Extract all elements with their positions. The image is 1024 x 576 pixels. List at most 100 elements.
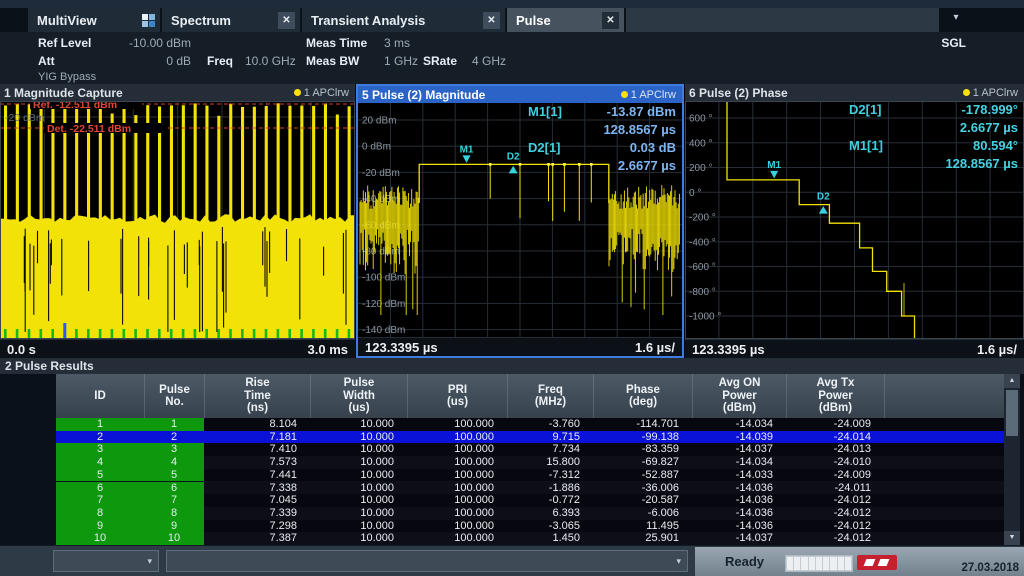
table-cell: 1	[144, 418, 204, 431]
capture-x-axis: 0.0 s 3.0 ms	[0, 339, 355, 358]
trace-legend: 1 APClrw	[294, 87, 349, 99]
multiview-grid-icon	[142, 14, 155, 27]
table-cell: -14.034	[692, 456, 773, 469]
window-title: 5 Pulse (2) Magnitude	[362, 88, 621, 102]
magnitude-chart[interactable]: 20 dBm0 dBm-20 dBm-40 dBm-60 dBm-80 dBm-…	[358, 103, 682, 337]
close-icon[interactable]: ✕	[278, 12, 295, 29]
window-magnitude-capture: 1 Magnitude Capture 1 APClrw Ref. -12.51…	[0, 84, 355, 358]
table-cell: 7.339	[204, 507, 297, 520]
window-title-bar[interactable]: 5 Pulse (2) Magnitude 1 APClrw	[358, 86, 682, 103]
meas-bw-value: 1 GHz	[384, 54, 418, 68]
x-axis-start: 0.0 s	[7, 342, 36, 357]
sgl-indicator: SGL	[941, 36, 966, 50]
phase-chart[interactable]: 600 °400 °200 °0 °-200 °-400 °-600 °-800…	[685, 101, 1024, 339]
table-cell: -14.036	[692, 494, 773, 507]
table-cell: 8.104	[204, 418, 297, 431]
scroll-down-icon[interactable]: ▼	[1004, 531, 1020, 545]
table-cell: 10.000	[310, 507, 394, 520]
table-row[interactable]: 227.18110.000100.0009.715-99.138-14.039-…	[56, 431, 1004, 444]
table-cell: 100.000	[407, 443, 494, 456]
table-cell: -14.037	[692, 532, 773, 545]
table-row[interactable]: 887.33910.000100.0006.393-6.006-14.036-2…	[56, 507, 1004, 520]
close-icon[interactable]: ✕	[602, 12, 619, 29]
column-header: Rise Time (ns)	[204, 374, 310, 418]
table-row[interactable]: 118.10410.000100.000-3.760-114.701-14.03…	[56, 418, 1004, 431]
table-row[interactable]: 557.44110.000100.000-7.312-52.887-14.033…	[56, 469, 1004, 482]
table-row[interactable]: 447.57310.000100.00015.800-69.827-14.034…	[56, 456, 1004, 469]
window-title: 6 Pulse (2) Phase	[689, 86, 963, 100]
freq-value: 10.0 GHz	[245, 54, 296, 68]
capture-chart[interactable]: Ref. -12.511 dBm-20 dBmDet. -22.511 dBm	[0, 101, 355, 339]
table-cell: 10	[56, 532, 144, 545]
table-cell: -83.359	[593, 443, 679, 456]
table-row[interactable]: 10107.38710.000100.0001.45025.901-14.037…	[56, 532, 1004, 545]
trace-legend: 1 APClrw	[963, 87, 1018, 99]
status-message-field[interactable]: ▾	[166, 550, 688, 572]
srate-label: SRate	[423, 54, 457, 68]
svg-text:-178.999°: -178.999°	[961, 102, 1018, 117]
table-cell: -14.036	[692, 520, 773, 533]
table-cell: 25.901	[593, 532, 679, 545]
x-axis-scale: 1.6 µs/	[635, 340, 675, 355]
svg-text:M1[1]: M1[1]	[528, 104, 562, 119]
svg-text:-600 °: -600 °	[689, 262, 716, 273]
close-icon[interactable]: ✕	[483, 12, 500, 29]
table-cell: -24.009	[786, 469, 871, 482]
svg-text:M1: M1	[767, 160, 781, 171]
table-cell: 10.000	[310, 431, 394, 444]
svg-text:20 dBm: 20 dBm	[362, 116, 396, 127]
scrollbar-thumb[interactable]	[1006, 390, 1018, 436]
status-dropdown[interactable]: ▾	[53, 550, 159, 572]
svg-text:-1000 °: -1000 °	[689, 312, 721, 323]
window-title-bar[interactable]: 6 Pulse (2) Phase 1 APClrw	[685, 84, 1024, 101]
tab-label: MultiView	[37, 13, 97, 28]
progress-segment	[816, 557, 822, 570]
table-row[interactable]: 777.04510.000100.000-0.772-20.587-14.036…	[56, 494, 1004, 507]
window-title-bar[interactable]: 1 Magnitude Capture 1 APClrw	[0, 84, 355, 101]
svg-text:-20 dBm: -20 dBm	[362, 168, 400, 179]
table-cell: 3	[144, 443, 204, 456]
table-cell: 1.450	[507, 532, 580, 545]
table-cell: 7	[56, 494, 144, 507]
svg-text:-13.87 dBm: -13.87 dBm	[607, 104, 676, 119]
table-cell: -24.009	[786, 418, 871, 431]
table-cell: 10.000	[310, 520, 394, 533]
table-row[interactable]: 997.29810.000100.000-3.06511.495-14.036-…	[56, 520, 1004, 533]
progress-segment	[823, 557, 829, 570]
tab-multiview[interactable]: MultiView	[28, 8, 160, 32]
table-row[interactable]: 337.41010.000100.0007.734-83.359-14.037-…	[56, 443, 1004, 456]
channel-info-bar: Ref Level -10.00 dBm Meas Time 3 ms SGL …	[0, 32, 1024, 84]
scroll-up-icon[interactable]: ▲	[1004, 374, 1020, 388]
column-header: Avg ON Power (dBm)	[692, 374, 786, 418]
capture-chart-svg: Ref. -12.511 dBm-20 dBmDet. -22.511 dBm	[0, 101, 355, 339]
table-row[interactable]: 667.33810.000100.000-1.886-36.006-14.036…	[56, 482, 1004, 495]
column-header: Pulse Width (us)	[310, 374, 407, 418]
table-cell: 7.573	[204, 456, 297, 469]
tab-pulse[interactable]: Pulse ✕	[507, 8, 624, 32]
table-cell: -24.010	[786, 456, 871, 469]
svg-text:-140 dBm: -140 dBm	[362, 325, 405, 336]
table-cell: -3.065	[507, 520, 580, 533]
table-cell: 10.000	[310, 469, 394, 482]
table-cell: 7.410	[204, 443, 297, 456]
rohde-schwarz-logo	[857, 555, 897, 570]
freq-label: Freq	[207, 54, 233, 68]
tab-spectrum[interactable]: Spectrum ✕	[162, 8, 300, 32]
svg-text:Det. -22.511 dBm: Det. -22.511 dBm	[47, 123, 131, 135]
table-cell: -114.701	[593, 418, 679, 431]
meas-bw-label: Meas BW	[306, 54, 359, 68]
table-cell: 10.000	[310, 443, 394, 456]
column-header: Pulse No.	[144, 374, 204, 418]
column-header: Phase (deg)	[593, 374, 692, 418]
window-pulse-phase: 6 Pulse (2) Phase 1 APClrw 600 °400 °200…	[685, 84, 1024, 358]
tab-transient-analysis[interactable]: Transient Analysis ✕	[302, 8, 505, 32]
table-cell: 9	[56, 520, 144, 533]
tab-overview-dropdown[interactable]: ▾	[944, 9, 968, 27]
table-cell: 10.000	[310, 418, 394, 431]
meas-time-label: Meas Time	[306, 36, 367, 50]
channel-tab-bar: MultiView Spectrum ✕ Transient Analysis …	[0, 8, 1024, 32]
table-cell: 6	[56, 482, 144, 495]
table-scrollbar[interactable]: ▲ ▼	[1004, 374, 1020, 545]
table-cell: 100.000	[407, 494, 494, 507]
table-cell: 7.734	[507, 443, 580, 456]
